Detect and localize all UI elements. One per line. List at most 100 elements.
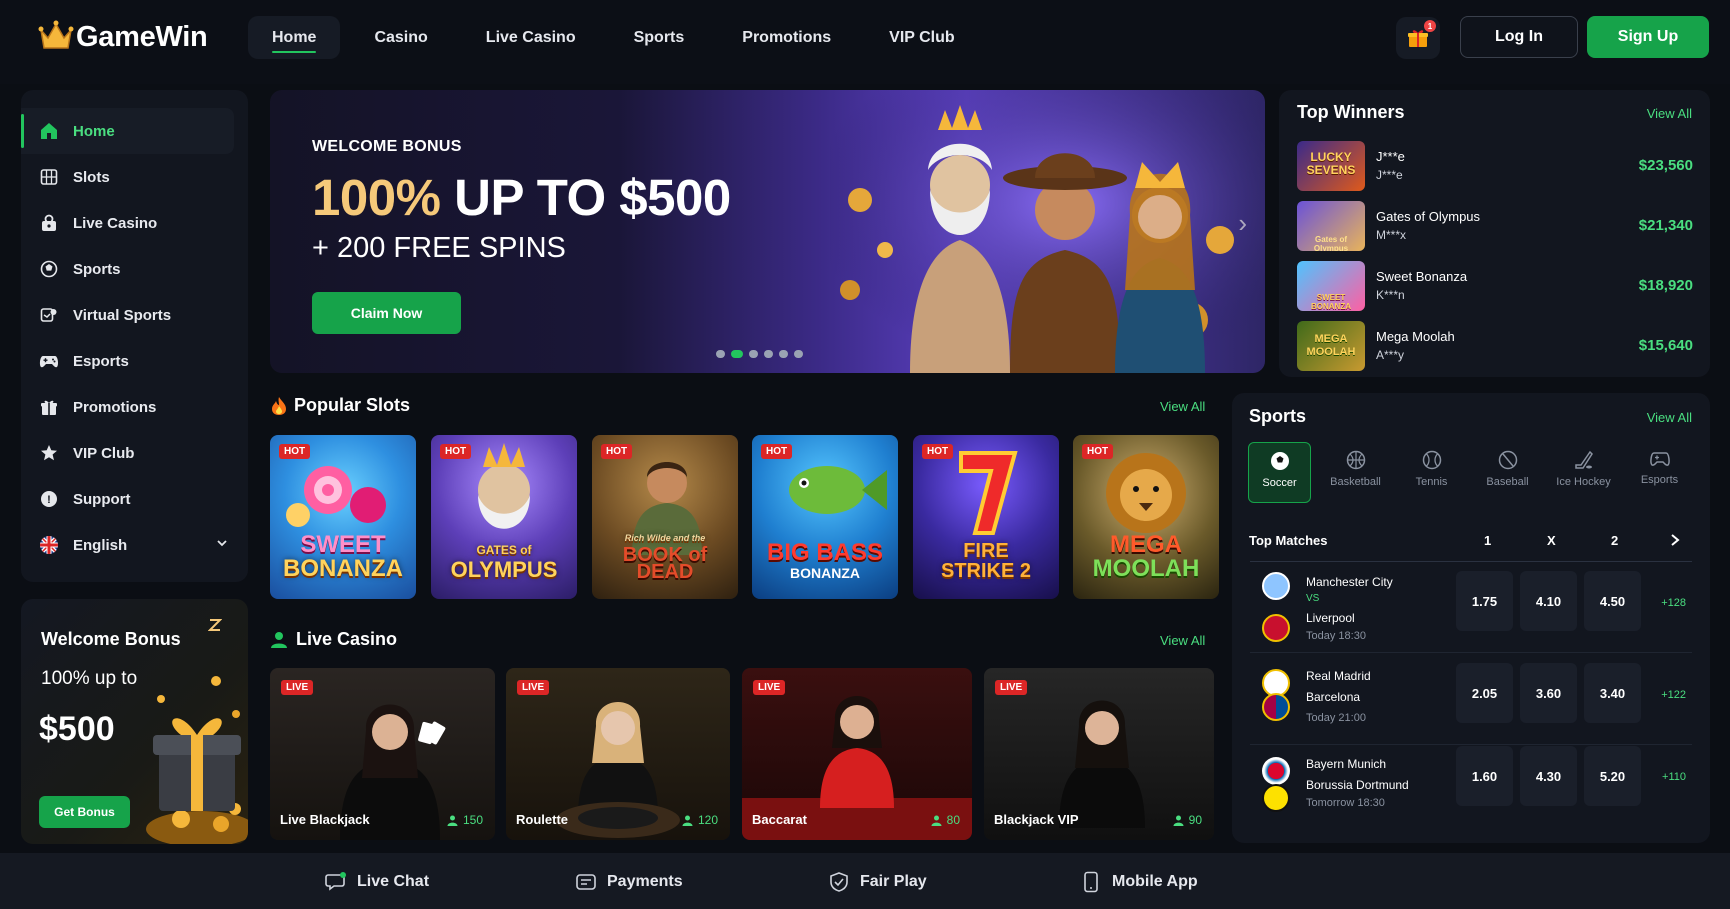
odds-home-button[interactable]: 2.05 (1456, 663, 1513, 723)
live-table-blackjack-vip[interactable]: LIVE Blackjack VIP 90 (984, 668, 1214, 840)
winner-amount: $18,920 (1638, 277, 1693, 294)
sidebar-item-home[interactable]: Home (21, 108, 234, 154)
match-row[interactable]: Real Madrid Barcelona Today 21:00 2.05 3… (1250, 661, 1692, 745)
live-table-baccarat[interactable]: LIVE Baccarat 80 (742, 668, 972, 840)
sidebar-item-support[interactable]: ! Support (21, 476, 234, 522)
live-casino-view-all[interactable]: View All (1160, 633, 1205, 648)
footer-fair-play[interactable]: Fair Play (828, 871, 927, 893)
carousel-dot[interactable] (716, 350, 725, 358)
tab-baseball[interactable]: Baseball (1476, 442, 1539, 503)
carousel-dot[interactable] (764, 350, 773, 358)
player-count: 150 (447, 813, 483, 827)
live-table-roulette[interactable]: LIVE Roulette 120 (506, 668, 730, 840)
sidebar-item-label: Support (73, 490, 131, 508)
slot-title: MEGA MOOLAH (1073, 533, 1219, 581)
carousel-dot[interactable] (749, 350, 758, 358)
odds-away-button[interactable]: 3.40 (1584, 663, 1641, 723)
sidebar-item-sports[interactable]: Sports (21, 246, 234, 292)
nav-casino[interactable]: Casino (350, 16, 451, 59)
sidebar-item-virtual-sports[interactable]: Virtual Sports (21, 292, 234, 338)
logo[interactable]: GameWin (38, 18, 208, 54)
sidebar-item-esports[interactable]: Esports (21, 338, 234, 384)
divider (1250, 561, 1692, 562)
dealer-icon (271, 631, 287, 648)
get-bonus-button[interactable]: Get Bonus (39, 796, 130, 828)
tab-ice-hockey[interactable]: Ice Hockey (1552, 442, 1615, 503)
odds-draw-button[interactable]: 4.30 (1520, 746, 1577, 806)
winner-row[interactable]: LUCKY SEVENS J***e J***e $23,560 (1297, 141, 1693, 191)
winner-row[interactable]: SWEET BONANZA Sweet Bonanza K***n $18,92… (1297, 261, 1693, 311)
sidebar-item-live-casino[interactable]: Live Casino (21, 200, 234, 246)
carousel-dot[interactable] (779, 350, 788, 358)
odds-home-button[interactable]: 1.75 (1456, 571, 1513, 631)
slot-card-sweet-bonanza[interactable]: HOT SWEET BONANZA (270, 435, 416, 599)
slot-title-line: FIRE (963, 540, 1009, 562)
sidebar-item-label: Slots (73, 168, 110, 186)
winner-user: M***x (1376, 228, 1407, 242)
logo-text: GameWin (76, 21, 208, 53)
nav-home[interactable]: Home (248, 16, 341, 59)
tab-tennis[interactable]: Tennis (1400, 442, 1463, 503)
sports-view-all[interactable]: View All (1647, 410, 1692, 425)
nav-vip-club[interactable]: VIP Club (865, 16, 979, 59)
gift-button[interactable]: 1 (1396, 17, 1440, 59)
carousel-dot[interactable] (731, 350, 743, 358)
sidebar-item-slots[interactable]: Slots (21, 154, 234, 200)
game-thumbnail: MEGA MOOLAH (1297, 321, 1365, 371)
language-selector[interactable]: English (21, 522, 234, 568)
carousel-dots (716, 350, 803, 358)
footer-mobile-app[interactable]: Mobile App (1080, 871, 1198, 893)
more-markets[interactable]: +128 (1661, 597, 1686, 609)
sidebar-item-label: Virtual Sports (73, 306, 172, 324)
section-title: Popular Slots (294, 395, 411, 415)
slot-card-big-bass-bonanza[interactable]: HOT BIG BASS BONANZA (752, 435, 898, 599)
close-icon[interactable] (208, 618, 222, 632)
odds-away-button[interactable]: 4.50 (1584, 571, 1641, 631)
vs-label: VS (1306, 593, 1320, 604)
odds-home-button[interactable]: 1.60 (1456, 746, 1513, 806)
claim-now-button[interactable]: Claim Now (312, 292, 461, 334)
odds-draw-button[interactable]: 3.60 (1520, 663, 1577, 723)
slot-card-gates-of-olympus[interactable]: HOT GATES of OLYMPUS (431, 435, 577, 599)
winner-row[interactable]: MEGA MOOLAH Mega Moolah A***y $15,640 (1297, 321, 1693, 371)
more-markets[interactable]: +110 (1662, 771, 1686, 783)
tab-soccer[interactable]: Soccer (1248, 442, 1311, 503)
footer-payments[interactable]: Payments (575, 871, 683, 893)
sidebar-item-vip-club[interactable]: VIP Club (21, 430, 234, 476)
winner-row[interactable]: Gates of Olympus Gates of Olympus M***x … (1297, 201, 1693, 251)
sidebar-item-promotions[interactable]: Promotions (21, 384, 234, 430)
chevron-right-icon[interactable] (1669, 533, 1681, 547)
slot-card-mega-moolah[interactable]: HOT MEGA MOOLAH (1073, 435, 1219, 599)
tab-esports[interactable]: Esports (1628, 442, 1691, 503)
live-table-live-blackjack[interactable]: LIVE Live Blackjack 150 (270, 668, 495, 840)
thumbnail-label: LUCKY SEVENS (1306, 150, 1356, 177)
winner-game: J***e (1376, 149, 1405, 164)
match-row[interactable]: Bayern Munich Borussia Dortmund Tomorrow… (1250, 746, 1692, 835)
slot-title-line: OLYMPUS (450, 557, 558, 582)
popular-slots-view-all[interactable]: View All (1160, 399, 1205, 414)
login-button[interactable]: Log In (1460, 16, 1578, 58)
hero-subheadline: + 200 FREE SPINS (312, 232, 566, 264)
game-thumbnail: SWEET BONANZA (1297, 261, 1365, 311)
nav-promotions[interactable]: Promotions (718, 16, 855, 59)
more-markets[interactable]: +122 (1661, 689, 1686, 701)
hot-badge: HOT (761, 444, 793, 459)
player-count: 80 (931, 813, 960, 827)
nav-sports[interactable]: Sports (610, 16, 709, 59)
carousel-next-icon[interactable]: › (1238, 208, 1247, 239)
nav-live-casino[interactable]: Live Casino (462, 16, 600, 59)
odds-draw-button[interactable]: 4.10 (1520, 571, 1577, 631)
footer-live-chat[interactable]: Live Chat (325, 871, 429, 893)
odds-away-button[interactable]: 5.20 (1584, 746, 1641, 806)
slot-card-book-of-dead[interactable]: HOT Rich Wilde and the BOOK of DEAD (592, 435, 738, 599)
top-winners-view-all[interactable]: View All (1647, 106, 1692, 121)
match-row[interactable]: Manchester City VS Liverpool Today 18:30… (1250, 569, 1692, 653)
tab-basketball[interactable]: Basketball (1324, 442, 1387, 503)
game-thumbnail: LUCKY SEVENS (1297, 141, 1365, 191)
carousel-dot[interactable] (794, 350, 803, 358)
game-thumbnail: Gates of Olympus (1297, 201, 1365, 251)
signup-button[interactable]: Sign Up (1587, 16, 1709, 58)
slot-card-fire-strike-2[interactable]: HOT FIRE STRIKE 2 (913, 435, 1059, 599)
user-icon (447, 815, 458, 826)
popular-slots-heading: Popular Slots (270, 395, 410, 416)
